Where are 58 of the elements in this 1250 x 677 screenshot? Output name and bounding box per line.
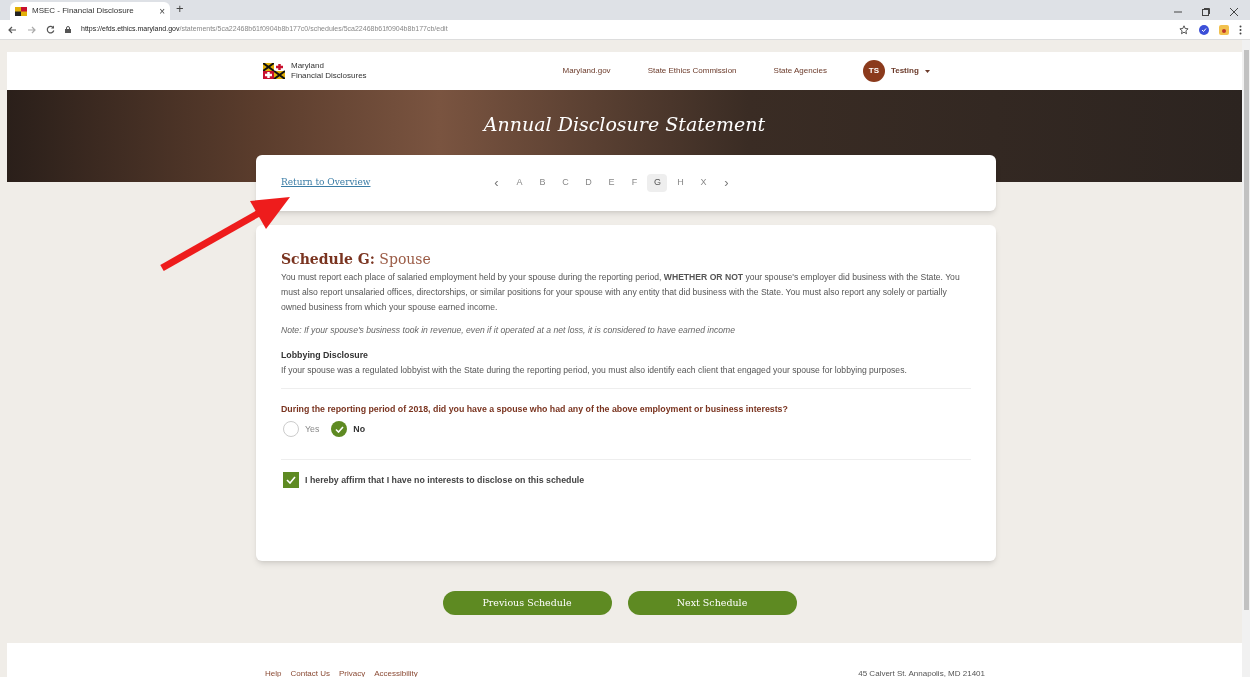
user-menu[interactable]: Testing [890, 65, 919, 77]
footer-link[interactable]: Privacy [339, 668, 366, 677]
radio-button[interactable] [283, 421, 299, 438]
schedule-letter-tab[interactable]: B [532, 174, 553, 192]
flag-icon [15, 6, 27, 16]
profile-icon[interactable] [1219, 24, 1229, 35]
extension-icon[interactable] [1199, 24, 1209, 35]
menu-icon[interactable] [1239, 24, 1242, 35]
schedule-title: Schedule G: Spouse [281, 250, 432, 268]
next-arrow[interactable]: › [716, 173, 737, 193]
close-icon[interactable] [1230, 8, 1238, 16]
browser-tab[interactable]: MSEC - Financial Disclosure × [10, 2, 170, 20]
footer-address: 45 Calvert St. Annapolis, MD 21401 [858, 668, 985, 677]
schedule-letter-tab[interactable]: E [601, 174, 622, 192]
nav-link[interactable]: State Agencies [773, 65, 827, 77]
reload-icon[interactable] [46, 25, 55, 34]
schedule-button[interactable]: Previous Schedule [442, 591, 612, 615]
nav-link[interactable]: State Ethics Commission [647, 65, 737, 77]
tab-title: MSEC - Financial Disclosure [32, 5, 135, 17]
check-icon [286, 476, 296, 485]
logo-text: Financial Disclosures [291, 71, 367, 81]
intro-paragraph: You must report each place of salaried employment held by your spouse during the reporting period, WHETHER OR NOT your spouse's employer did business with the State. You must also report unsalaried offices, directorships, or similar positions for your spouse with any entity that did business with the State. You must also report any solely or partially owned business from which your spouse earned income. [281, 271, 961, 314]
return-link[interactable]: Return to Overview [281, 176, 371, 190]
lock-icon [65, 26, 71, 33]
option-label: No [353, 422, 366, 436]
note-text: Note: If your spouse's business took in revenue, even if it operated at a net loss, it is considered to have earned income [281, 324, 737, 337]
scrollbar[interactable] [1242, 40, 1250, 677]
lobbying-paragraph: If your spouse was a regulated lobbyist with the State during the reporting period, you must also identify each client that engaged your spouse for lobbying purposes. [281, 364, 908, 378]
schedule-letter-tab[interactable]: F [624, 174, 645, 192]
restore-icon[interactable] [1202, 8, 1210, 16]
nav-link[interactable]: Maryland.gov [562, 65, 611, 77]
question-text: During the reporting period of 2018, did you have a spouse who had any of the above employment or business interests? [281, 403, 789, 417]
caret-icon [924, 69, 930, 73]
new-tab-button[interactable]: + [176, 0, 184, 18]
schedule-letter-tab[interactable]: D [578, 174, 599, 192]
star-icon[interactable] [1179, 24, 1189, 35]
affirm-label: I hereby affirm that I have no interests to disclose on this schedule [305, 473, 585, 487]
schedule-letter-tab[interactable]: A [509, 174, 530, 192]
schedule-letter-tab[interactable]: C [555, 174, 576, 192]
logo-text: Maryland [291, 61, 325, 71]
back-icon[interactable] [8, 25, 17, 34]
footer-link[interactable]: Contact Us [290, 668, 331, 677]
footer-link[interactable]: Accessibility [374, 668, 418, 677]
previous-arrow[interactable]: ‹ [486, 173, 507, 193]
footer-link[interactable]: Help [265, 668, 282, 677]
user-avatar[interactable]: TS [862, 60, 885, 82]
affirm-checkbox[interactable] [283, 472, 299, 489]
maryland-flag-logo[interactable] [263, 63, 285, 79]
radio-button[interactable] [331, 421, 348, 438]
check-icon [334, 425, 344, 433]
close-tab-button[interactable]: × [159, 3, 165, 19]
schedule-letter-tab[interactable]: G [647, 174, 668, 192]
schedule-letter-tab[interactable]: H [670, 174, 691, 192]
schedule-button[interactable]: Next Schedule [627, 591, 797, 615]
schedule-letter-tab[interactable]: X [693, 174, 714, 192]
section-heading: Lobbying Disclosure [281, 348, 369, 362]
option-label: Yes [305, 422, 320, 436]
page-title: Annual Disclosure Statement [483, 112, 766, 136]
